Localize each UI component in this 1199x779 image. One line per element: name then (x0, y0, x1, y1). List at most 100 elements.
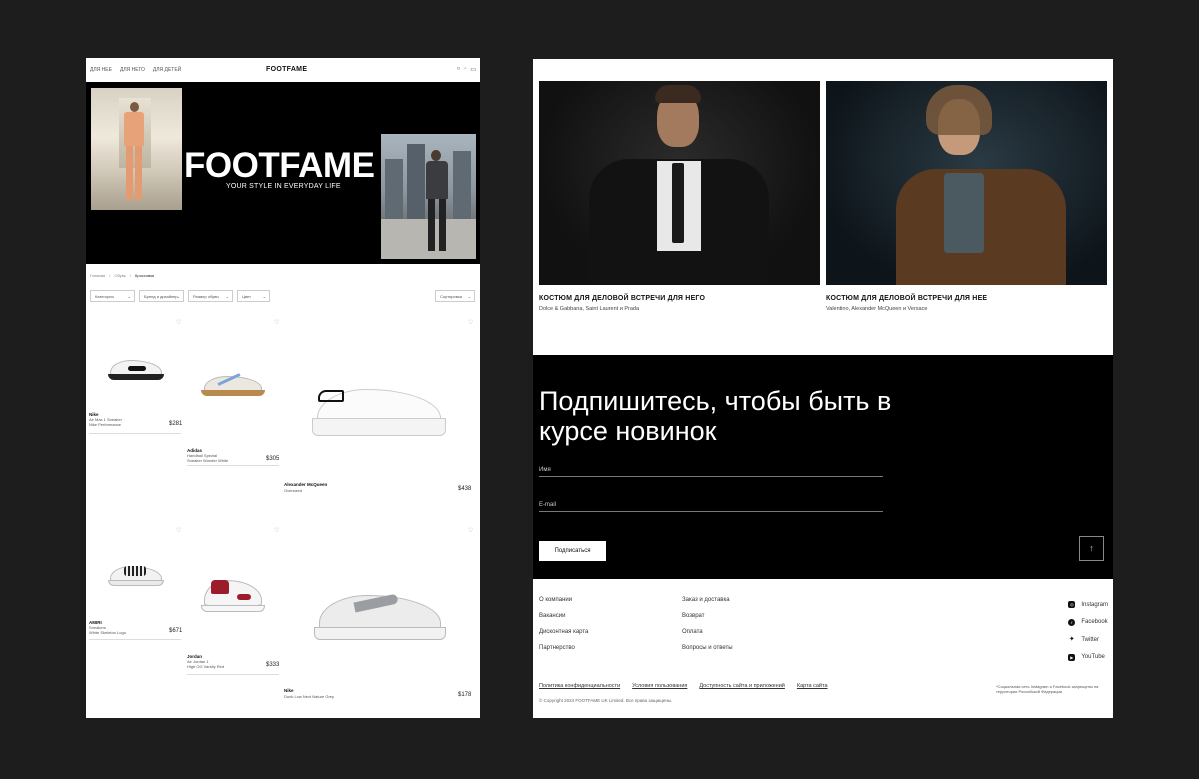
sitemap-link[interactable]: Карта сайта (797, 683, 828, 689)
product-price: $178 (458, 692, 472, 698)
chevron-down-icon: ⌄ (176, 294, 180, 299)
copyright: © Copyright 2024 FOOTFAME UK Limited. Вс… (539, 698, 673, 703)
product-card[interactable]: ♡ AMIRI Sneakers White Skeleton Logo $671 (86, 526, 184, 646)
nav-link-him[interactable]: ДЛЯ НЕГО (120, 67, 145, 73)
site-logo[interactable]: FOOTFAME (266, 66, 307, 73)
filter-color[interactable]: Цвет ⌄ (237, 290, 270, 302)
hero-photo-man (91, 88, 182, 210)
social-links: ◎ Instagram f Facebook ✦ Twitter ▶ YouTube (1068, 596, 1108, 666)
footer-link[interactable]: Заказ и доставка (682, 597, 733, 613)
look-brands-her: Valentino, Alexander McQueen и Versace (826, 306, 928, 312)
hero-photo-woman (381, 134, 476, 259)
filter-brand[interactable]: Бренд и дизайнер ⌄ (139, 290, 184, 302)
heart-icon[interactable]: ♡ (176, 319, 181, 326)
heart-icon[interactable]: ♡ (468, 527, 473, 534)
product-price: $438 (458, 486, 472, 492)
top-navigation: ДЛЯ НЕЕ ДЛЯ НЕГО ДЛЯ ДЕТЕЙ FOOTFAME ○ ◦ … (86, 58, 480, 82)
subscribe-heading: Подпишитесь, чтобы быть в курсе новинок (539, 386, 892, 446)
product-brand: Alexander McQueen (284, 482, 328, 487)
product-price: $281 (169, 421, 183, 427)
product-name: Oversized (284, 488, 303, 493)
privacy-link[interactable]: Политика конфиденциальности (539, 683, 620, 689)
accessibility-link[interactable]: Доступность сайта и приложений (699, 683, 785, 689)
twitter-link[interactable]: ✦ Twitter (1068, 631, 1108, 649)
heart-icon[interactable]: ♡ (274, 319, 279, 326)
chevron-down-icon: ⌄ (225, 294, 229, 299)
facebook-icon: f (1068, 618, 1076, 626)
look-photo-her[interactable] (826, 81, 1107, 285)
footer: О компании Вакансии Дисконтная карта Пар… (533, 579, 1113, 718)
user-icon[interactable]: ◦ (464, 66, 466, 73)
instagram-link[interactable]: ◎ Instagram (1068, 596, 1108, 614)
product-card[interactable]: ♡ Nike Air Max 1 Sneaker Nike Performance… (86, 318, 184, 438)
subscribe-section: Подпишитесь, чтобы быть в курсе новинок … (533, 355, 1113, 579)
filter-size[interactable]: Размер обуви ⌄ (188, 290, 233, 302)
youtube-icon: ▶ (1068, 653, 1076, 661)
product-name: Sneakers White Skeleton Logo (89, 625, 126, 635)
nav-link-her[interactable]: ДЛЯ НЕЕ (90, 67, 112, 73)
look-photo-him[interactable] (539, 81, 820, 285)
footer-column-help: Заказ и доставка Возврат Оплата Вопросы … (682, 597, 733, 661)
nav-link-kids[interactable]: ДЛЯ ДЕТЕЙ (153, 67, 181, 73)
product-image (201, 370, 265, 396)
look-title-him[interactable]: КОСТЮМ ДЛЯ ДЕЛОВОЙ ВСТРЕЧИ ДЛЯ НЕГО (539, 295, 705, 302)
search-icon[interactable]: ○ (457, 66, 461, 73)
cart-icon[interactable]: ▭ (470, 66, 476, 73)
hero-tagline: YOUR STYLE IN EVERYDAY LIFE (226, 183, 341, 190)
heart-icon[interactable]: ♡ (274, 527, 279, 534)
heart-icon[interactable]: ♡ (176, 527, 181, 534)
product-card[interactable]: ♡ Nike Dunk Low Next Nature Grey $178 (282, 526, 480, 706)
footer-link[interactable]: Дисконтная карта (539, 629, 588, 645)
product-price: $333 (266, 662, 280, 668)
terms-link[interactable]: Условия пользования (632, 683, 687, 689)
product-image (314, 582, 446, 640)
product-name: Handball Spezial Sneaker Wonder White (187, 453, 229, 463)
product-card[interactable]: ♡ Alexander McQueen Oversized $438 (282, 318, 480, 498)
chevron-down-icon: ⌄ (127, 294, 131, 299)
catalog-page: ДЛЯ НЕЕ ДЛЯ НЕГО ДЛЯ ДЕТЕЙ FOOTFAME ○ ◦ … (86, 58, 480, 718)
breadcrumb-home[interactable]: Главная (90, 273, 105, 278)
product-price: $305 (266, 456, 280, 462)
scroll-up-icon[interactable]: ↑ (1079, 536, 1104, 561)
footer-link[interactable]: Оплата (682, 629, 733, 645)
filter-bar: Категория ⌄ Бренд и дизайнер ⌄ Размер обув… (90, 290, 270, 302)
product-image (108, 354, 164, 380)
chevron-down-icon: ⌄ (262, 294, 266, 299)
look-brands-him: Dolce & Gabbana, Saint Laurent и Prada (539, 306, 639, 312)
instagram-icon: ◎ (1068, 601, 1076, 609)
legal-links: Политика конфиденциальности Условия поль… (539, 683, 828, 689)
chevron-down-icon: ⌄ (467, 294, 471, 299)
product-image (312, 376, 446, 436)
product-image (201, 578, 265, 612)
product-image (108, 560, 164, 586)
hero-banner: FOOTFAME YOUR STYLE IN EVERYDAY LIFE (86, 82, 480, 264)
footer-link[interactable]: Вакансии (539, 613, 588, 629)
footer-link[interactable]: Возврат (682, 613, 733, 629)
product-card[interactable]: ♡ Adidas Handball Spezial Sneaker Wonder … (184, 318, 282, 468)
product-price: $671 (169, 628, 183, 634)
name-field[interactable]: Имя (539, 467, 883, 477)
breadcrumb: Главная / Обувь / Кроссовки (90, 273, 155, 278)
product-name: Air Jordan 1 High OG Varsity Red (187, 659, 225, 669)
filter-category[interactable]: Категория ⌄ (90, 290, 135, 302)
product-name: Air Max 1 Sneaker Nike Performance (89, 417, 122, 427)
sort-dropdown[interactable]: Сортировка ⌄ (435, 290, 475, 302)
footer-column-company: О компании Вакансии Дисконтная карта Пар… (539, 597, 588, 661)
footer-link[interactable]: О компании (539, 597, 588, 613)
breadcrumb-shoes[interactable]: Обувь (114, 273, 126, 278)
subscribe-button[interactable]: Подписаться (539, 541, 606, 561)
facebook-link[interactable]: f Facebook (1068, 614, 1108, 632)
product-brand: Nike (284, 688, 294, 693)
heart-icon[interactable]: ♡ (468, 319, 473, 326)
product-name: Dunk Low Next Nature Grey (284, 694, 335, 699)
look-title-her[interactable]: КОСТЮМ ДЛЯ ДЕЛОВОЙ ВСТРЕЧИ ДЛЯ НЕЕ (826, 295, 987, 302)
footer-link[interactable]: Вопросы и ответы (682, 645, 733, 661)
email-field[interactable]: E-mail (539, 502, 883, 512)
footer-link[interactable]: Партнерство (539, 645, 588, 661)
product-card[interactable]: ♡ Jordan Air Jordan 1 High OG Varsity Red… (184, 526, 282, 676)
youtube-link[interactable]: ▶ YouTube (1068, 649, 1108, 667)
looks-page: КОСТЮМ ДЛЯ ДЕЛОВОЙ ВСТРЕЧИ ДЛЯ НЕГО Dolc… (533, 59, 1113, 718)
breadcrumb-sneakers: Кроссовки (135, 273, 155, 278)
footer-note: *Социальная сеть Instagram и Facebook за… (996, 684, 1099, 694)
hero-brand-title: FOOTFAME (184, 146, 375, 185)
